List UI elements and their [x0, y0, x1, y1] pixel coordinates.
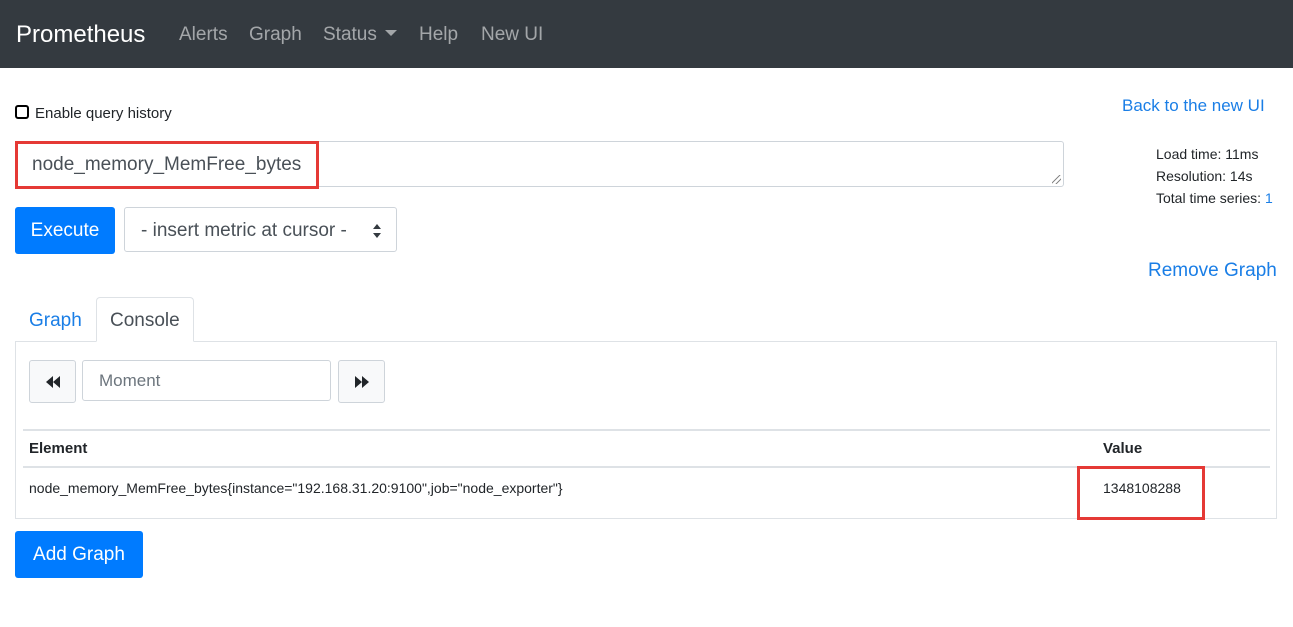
insert-metric-label: - insert metric at cursor -	[141, 220, 347, 241]
nav-graph[interactable]: Graph	[249, 22, 302, 48]
tab-console-label: Console	[110, 310, 180, 331]
nav-new-ui[interactable]: New UI	[481, 22, 543, 48]
chevron-down-icon	[384, 30, 397, 36]
query-history-label: Enable query history	[35, 105, 172, 122]
moment-forward-button[interactable]	[338, 360, 385, 403]
nav-status-label: Status	[323, 24, 377, 45]
nav-status-dropdown[interactable]: Status	[323, 22, 397, 48]
total-series-count: 1	[1264, 190, 1273, 206]
query-history-toggle[interactable]: Enable query history	[15, 104, 172, 124]
select-arrows-icon	[373, 224, 381, 238]
top-navbar: Prometheus Alerts Graph Status Help New …	[0, 0, 1293, 68]
query-history-checkbox[interactable]	[15, 105, 29, 119]
column-header-element: Element	[29, 440, 88, 457]
brand-logo[interactable]: Prometheus	[16, 19, 145, 51]
add-graph-button[interactable]: Add Graph	[15, 531, 143, 578]
nav-alerts[interactable]: Alerts	[179, 22, 228, 48]
execute-button[interactable]: Execute	[15, 207, 115, 254]
forward-icon	[355, 376, 369, 388]
highlight-box-value	[1077, 466, 1205, 520]
back-to-new-ui-link[interactable]: Back to the new UI	[1122, 95, 1265, 117]
backward-icon	[46, 376, 60, 388]
load-time: Load time: 11ms	[1156, 146, 1259, 162]
resize-handle-icon[interactable]	[1052, 175, 1061, 184]
nav-help[interactable]: Help	[419, 22, 458, 48]
highlight-box-query	[15, 141, 319, 189]
row-element: node_memory_MemFree_bytes{instance="192.…	[29, 480, 563, 496]
table-top-border	[23, 429, 1270, 431]
remove-graph-link[interactable]: Remove Graph	[1148, 259, 1277, 283]
moment-placeholder: Moment	[99, 371, 161, 390]
total-series-label: Total time series:	[1156, 190, 1265, 206]
moment-back-button[interactable]	[29, 360, 76, 403]
insert-metric-select[interactable]: - insert metric at cursor -	[124, 207, 397, 252]
total-time-series: Total time series: 1	[1156, 187, 1273, 209]
tab-graph[interactable]: Graph	[29, 309, 82, 333]
moment-input[interactable]: Moment	[82, 360, 331, 401]
query-stats: Load time: 11ms Resolution: 14s Total ti…	[1156, 143, 1273, 209]
column-header-value: Value	[1103, 440, 1143, 457]
resolution: Resolution: 14s	[1156, 168, 1253, 184]
